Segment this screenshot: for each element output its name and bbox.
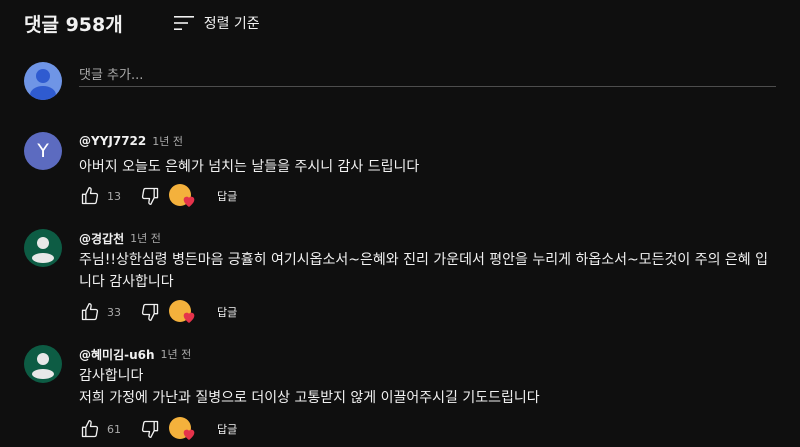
add-comment-row: 댓글 추가... xyxy=(24,62,776,100)
person-icon xyxy=(30,69,56,100)
reply-button[interactable]: 답글 xyxy=(217,421,237,437)
comment-text-line: 감사합니다 xyxy=(79,368,144,384)
comment-count: 댓글 958개 xyxy=(24,13,123,36)
comment-text-line: 아버지 오늘도 은혜가 넘치는 날들을 주시니 감사 드립니다 xyxy=(79,159,420,175)
comment-item: @혜미김-u6h 1년 전 감사합니다 저희 가정에 가난과 질병으로 더이상 … xyxy=(24,345,784,445)
thumbs-up-icon xyxy=(81,420,99,438)
thumbs-up-icon xyxy=(81,303,99,321)
comment-text-line: 니다 감사합니다 xyxy=(79,274,174,290)
comment-actions: 13 답글 xyxy=(79,182,237,210)
heart-icon xyxy=(183,312,195,323)
comment-actions: 61 답글 xyxy=(79,415,237,443)
comment-author[interactable]: @YYJ7722 xyxy=(79,134,146,148)
like-count: 61 xyxy=(107,422,121,436)
comment-text-line: 저희 가정에 가난과 질병으로 더이상 고통받지 않게 이끌어주시길 기도드립니… xyxy=(79,390,540,406)
comment-author[interactable]: @경갑천 xyxy=(79,230,124,247)
dislike-button[interactable] xyxy=(139,185,161,207)
like-button[interactable] xyxy=(79,418,101,440)
add-comment-input[interactable]: 댓글 추가... xyxy=(79,62,776,87)
comment-time[interactable]: 1년 전 xyxy=(161,346,192,362)
like-button[interactable] xyxy=(79,301,101,323)
dislike-button[interactable] xyxy=(139,418,161,440)
reply-button[interactable]: 답글 xyxy=(217,304,237,320)
heart-icon xyxy=(183,196,195,207)
comment-time[interactable]: 1년 전 xyxy=(130,230,161,246)
dislike-button[interactable] xyxy=(139,301,161,323)
comment-item: @경갑천 1년 전 주님!!상한심령 병든마음 긍휼히 여기시옵소서~은혜와 진… xyxy=(24,229,784,329)
reply-button[interactable]: 답글 xyxy=(217,188,237,204)
creator-heart-badge xyxy=(169,184,197,208)
comment-text-line: 주님!!상한심령 병든마음 긍휼히 여기시옵소서~은혜와 진리 가운데서 평안을… xyxy=(79,252,768,268)
comment-text: 주님!!상한심령 병든마음 긍휼히 여기시옵소서~은혜와 진리 가운데서 평안을… xyxy=(79,249,784,293)
like-button[interactable] xyxy=(79,185,101,207)
comment-item: Y @YYJ7722 1년 전 아버지 오늘도 은혜가 넘치는 날들을 주시니 … xyxy=(24,132,784,214)
avatar[interactable]: Y xyxy=(24,132,62,170)
sort-label: 정렬 기준 xyxy=(203,16,260,32)
creator-heart-badge xyxy=(169,417,197,441)
thumbs-down-icon xyxy=(141,303,159,321)
creator-heart-badge xyxy=(169,300,197,324)
avatar[interactable] xyxy=(24,62,62,100)
comment-actions: 33 답글 xyxy=(79,298,237,326)
thumbs-down-icon xyxy=(141,420,159,438)
thumbs-down-icon xyxy=(141,187,159,205)
comment-author[interactable]: @혜미김-u6h xyxy=(79,346,155,363)
comment-time[interactable]: 1년 전 xyxy=(152,133,183,149)
thumbs-up-icon xyxy=(81,187,99,205)
comment-text: 아버지 오늘도 은혜가 넘치는 날들을 주시니 감사 드립니다 xyxy=(79,156,784,178)
heart-icon xyxy=(183,429,195,440)
avatar[interactable] xyxy=(24,345,62,383)
sort-icon xyxy=(173,16,194,30)
person-icon xyxy=(32,353,54,379)
sort-button[interactable]: 정렬 기준 xyxy=(173,13,260,33)
avatar[interactable] xyxy=(24,229,62,267)
like-count: 33 xyxy=(107,305,121,319)
comments-header: 댓글 958개 정렬 기준 xyxy=(24,10,260,36)
person-icon xyxy=(32,237,54,263)
like-count: 13 xyxy=(107,189,121,203)
comment-text: 감사합니다 저희 가정에 가난과 질병으로 더이상 고통받지 않게 이끌어주시길… xyxy=(79,365,784,409)
